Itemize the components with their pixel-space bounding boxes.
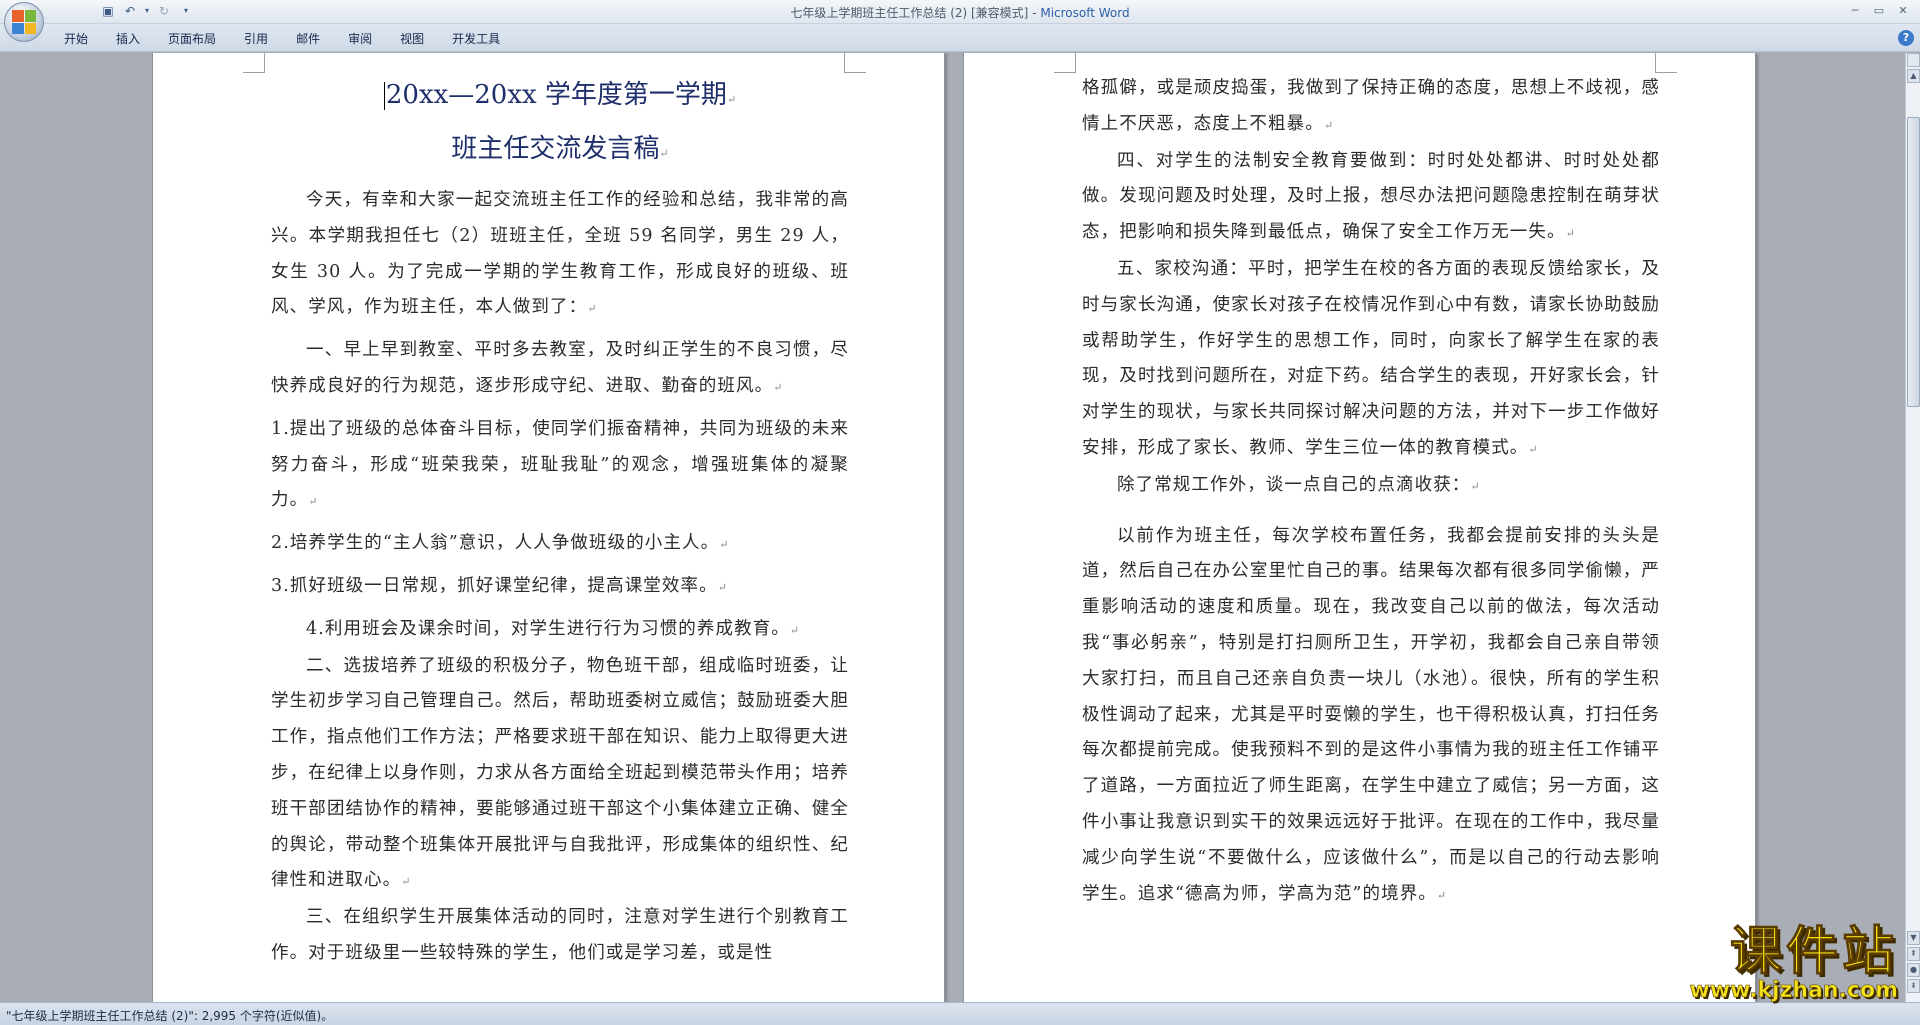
watermark-url-text: www.kjzhan.com xyxy=(1689,978,1898,1004)
ruler-toggle-icon[interactable] xyxy=(1907,53,1920,67)
doc-paragraph: 4.利用班会及课余时间，对学生进行行为习惯的养成教育。↵ xyxy=(271,612,849,649)
paragraph-mark: ↵ xyxy=(789,623,801,637)
paragraph-mark: ↵ xyxy=(773,380,784,394)
page-right-content: 格孤僻，或是顽皮捣蛋，我做到了保持正确的态度，思想上不歧视，感情上不厌恶，态度上… xyxy=(1082,53,1660,913)
paragraph-mark: ↵ xyxy=(717,580,729,594)
status-bar: "七年级上学期班主任工作总结 (2)": 2,995 个字符(近似值)。 xyxy=(0,1002,1920,1025)
paragraph-mark: ↵ xyxy=(719,538,730,552)
doc-paragraph: 以前作为班主任，每次学校布置任务，我都会提前安排的头头是道，然后自己在办公室里忙… xyxy=(1082,519,1660,914)
paragraph-text: 今天，有幸和大家一起交流班主任工作的经验和总结，我非常的高兴。本学期我担任七（2… xyxy=(271,190,849,318)
title-bar: ▣ ↶ ▾ ↻ ▾ 七年级上学期班主任工作总结 (2) [兼容模式] - Mic… xyxy=(0,0,1920,42)
paragraph-mark: ↵ xyxy=(726,93,737,106)
paragraph-mark: ↵ xyxy=(1470,479,1481,493)
scroll-up-icon[interactable]: ▲ xyxy=(1907,69,1920,83)
paragraph-text: 2.培养学生的“主人翁”意识，人人争做班级的小主人。 xyxy=(271,533,720,554)
page-left[interactable]: 20xx—20xx 学年度第一学期↵ 班主任交流发言稿↵ 今天，有幸和大家一起交… xyxy=(152,53,945,1002)
document-workspace: 20xx—20xx 学年度第一学期↵ 班主任交流发言稿↵ 今天，有幸和大家一起交… xyxy=(0,53,1905,1002)
margin-corner-mark xyxy=(243,53,265,73)
doc-title-line2-text: 班主任交流发言稿 xyxy=(451,134,660,164)
select-browse-object-icon[interactable]: ● xyxy=(1907,963,1920,977)
tab-home[interactable]: 开始 xyxy=(50,30,102,48)
close-icon[interactable]: ✕ xyxy=(1892,2,1914,20)
doc-paragraph: 格孤僻，或是顽皮捣蛋，我做到了保持正确的态度，思想上不歧视，感情上不厌恶，态度上… xyxy=(1082,71,1660,144)
paragraph-mark: ↵ xyxy=(1323,118,1335,132)
doc-paragraph: 三、在组织学生开展集体活动的同时，注意对学生进行个别教育工作。对于班级里一些较特… xyxy=(271,900,849,972)
paragraph-mark: ↵ xyxy=(401,875,412,889)
next-page-icon[interactable]: ⇟ xyxy=(1907,979,1920,993)
margin-corner-mark xyxy=(1054,53,1076,73)
tab-developer[interactable]: 开发工具 xyxy=(438,30,514,48)
window-title: 七年级上学期班主任工作总结 (2) [兼容模式] - Microsoft Wor… xyxy=(0,4,1920,21)
paragraph-text: 二、选拔培养了班级的积极分子，物色班干部，组成临时班委，让学生初步学习自己管理自… xyxy=(271,655,849,891)
office-logo-icon xyxy=(12,10,36,34)
doc-paragraph: 五、家校沟通：平时，把学生在校的各方面的表现反馈给家长，及时与家长沟通，使家长对… xyxy=(1082,252,1660,468)
window-controls: ─ ▭ ✕ xyxy=(1844,2,1914,20)
paragraph-mark: ↵ xyxy=(1565,227,1576,241)
vertical-scrollbar[interactable]: ▲ ▼ ⇞ ● ⇟ xyxy=(1905,53,1920,1002)
scroll-down-icon[interactable]: ▼ xyxy=(1907,931,1920,945)
tab-references[interactable]: 引用 xyxy=(230,30,282,48)
scrollbar-thumb[interactable] xyxy=(1907,117,1920,407)
text-cursor xyxy=(383,82,385,110)
help-icon[interactable]: ? xyxy=(1898,30,1914,46)
doc-title-line2: 班主任交流发言稿↵ xyxy=(271,129,849,169)
paragraph-mark: ↵ xyxy=(659,147,669,160)
paragraph-text: 4.利用班会及课余时间，对学生进行行为习惯的养成教育。 xyxy=(306,618,790,639)
paragraph-text: 三、在组织学生开展集体活动的同时，注意对学生进行个别教育工作。对于班级里一些较特… xyxy=(271,907,849,963)
doc-paragraph: 2.培养学生的“主人翁”意识，人人争做班级的小主人。↵ xyxy=(271,526,849,563)
doc-title-line1: 20xx—20xx 学年度第一学期↵ xyxy=(271,75,849,115)
doc-paragraph: 1.提出了班级的总体奋斗目标，使同学们振奋精神，共同为班级的未来努力奋斗，形成“… xyxy=(271,412,849,520)
tab-mailings[interactable]: 邮件 xyxy=(282,30,334,48)
paragraph-text: 3.抓好班级一日常规，抓好课堂纪律，提高课堂效率。 xyxy=(271,575,718,596)
minimize-icon[interactable]: ─ xyxy=(1844,2,1866,20)
doc-paragraph: 四、对学生的法制安全教育要做到：时时处处都讲、时时处处都做。发现问题及时处理，及… xyxy=(1082,144,1660,252)
paragraph-text: 除了常规工作外，谈一点自己的点滴收获： xyxy=(1117,474,1471,495)
paragraph-text: 一、早上早到教室、平时多去教室，及时纠正学生的不良习惯，尽快养成良好的行为规范，… xyxy=(271,340,849,396)
tab-view[interactable]: 视图 xyxy=(386,30,438,48)
app-name: Microsoft Word xyxy=(1040,6,1130,20)
tab-insert[interactable]: 插入 xyxy=(102,30,154,48)
paragraph-mark: ↵ xyxy=(1528,442,1539,456)
doc-paragraph: 除了常规工作外，谈一点自己的点滴收获：↵ xyxy=(1082,468,1660,505)
paragraph-text: 以前作为班主任，每次学校布置任务，我都会提前安排的头头是道，然后自己在办公室里忙… xyxy=(1082,525,1660,904)
office-button[interactable] xyxy=(4,2,44,42)
previous-page-icon[interactable]: ⇞ xyxy=(1907,947,1920,961)
paragraph-mark: ↵ xyxy=(308,495,319,509)
restore-icon[interactable]: ▭ xyxy=(1868,2,1890,20)
tab-review[interactable]: 审阅 xyxy=(334,30,386,48)
doc-title-line1-text: 20xx—20xx 学年度第一学期 xyxy=(385,80,727,110)
page-right[interactable]: 格孤僻，或是顽皮捣蛋，我做到了保持正确的态度，思想上不歧视，感情上不厌恶，态度上… xyxy=(963,53,1756,1002)
title-separator: - xyxy=(1028,6,1041,20)
doc-paragraph: 一、早上早到教室、平时多去教室，及时纠正学生的不良习惯，尽快养成良好的行为规范，… xyxy=(271,333,849,406)
doc-paragraph: 3.抓好班级一日常规，抓好课堂纪律，提高课堂效率。↵ xyxy=(271,569,849,606)
watermark-logo: 课件站 www.kjzhan.com xyxy=(1668,922,1898,1004)
paragraph-text: 格孤僻，或是顽皮捣蛋，我做到了保持正确的态度，思想上不歧视，感情上不厌恶，态度上… xyxy=(1082,78,1660,134)
paragraph-text: 五、家校沟通：平时，把学生在校的各方面的表现反馈给家长，及时与家长沟通，使家长对… xyxy=(1082,258,1660,458)
page-left-content: 20xx—20xx 学年度第一学期↵ 班主任交流发言稿↵ 今天，有幸和大家一起交… xyxy=(271,53,849,972)
paragraph-mark: ↵ xyxy=(587,302,598,316)
document-name: 七年级上学期班主任工作总结 (2) [兼容模式] xyxy=(790,6,1029,20)
paragraph-mark: ↵ xyxy=(1436,888,1448,902)
tab-page-layout[interactable]: 页面布局 xyxy=(154,30,230,48)
doc-paragraph: 二、选拔培养了班级的积极分子，物色班干部，组成临时班委，让学生初步学习自己管理自… xyxy=(271,649,849,901)
ribbon-tab-row: 开始 插入 页面布局 引用 邮件 审阅 视图 开发工具 ? xyxy=(0,24,1920,52)
status-word-count[interactable]: "七年级上学期班主任工作总结 (2)": 2,995 个字符(近似值)。 xyxy=(6,1007,333,1024)
doc-paragraph: 今天，有幸和大家一起交流班主任工作的经验和总结，我非常的高兴。本学期我担任七（2… xyxy=(271,183,849,327)
ribbon-tabs: 开始 插入 页面布局 引用 邮件 审阅 视图 开发工具 xyxy=(50,30,514,48)
watermark-main-text: 课件站 xyxy=(1729,922,1898,982)
paragraph-text: 1.提出了班级的总体奋斗目标，使同学们振奋精神，共同为班级的未来努力奋斗，形成“… xyxy=(271,418,849,511)
